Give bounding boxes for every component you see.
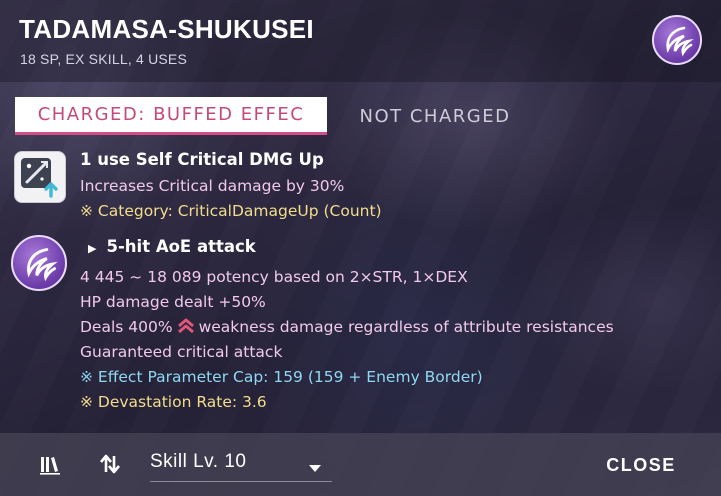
swap-arrows-icon[interactable] (98, 452, 122, 476)
attack-param-cap: ※ Effect Parameter Cap: 159 (159 + Enemy… (80, 368, 483, 386)
library-icon[interactable] (38, 452, 62, 476)
skill-title: TADAMASA-SHUKUSEI (19, 14, 314, 44)
attack-devastation: ※ Devastation Rate: 3.6 (80, 393, 267, 411)
weakness-suffix: weakness damage regardless of attribute … (198, 318, 614, 336)
expand-triangle-icon[interactable]: ▶ (88, 242, 96, 255)
crescent-emblem-icon (652, 15, 702, 65)
buff-category: ※ Category: CriticalDamageUp (Count) (80, 202, 382, 220)
header-bar: TADAMASA-SHUKUSEI 18 SP, EX SKILL, 4 USE… (0, 0, 721, 82)
buff-name: 1 use Self Critical DMG Up (80, 150, 324, 169)
attack-crescent-icon (11, 235, 67, 291)
tab-charged[interactable]: CHARGED: BUFFED EFFEC (15, 97, 327, 135)
weakness-prefix: Deals 400% (80, 318, 173, 336)
buff-description: Increases Critical damage by 30% (80, 177, 345, 195)
attack-weakness: Deals 400% weakness damage regardless of … (80, 318, 614, 338)
attack-name: 5-hit AoE attack (106, 237, 256, 256)
attack-hp-damage: HP damage dealt +50% (80, 293, 266, 311)
skill-level-value: Skill Lv. 10 (150, 451, 247, 472)
double-chevron-up-icon (177, 318, 195, 338)
skill-subtitle: 18 SP, EX SKILL, 4 USES (20, 51, 187, 67)
attack-critical: Guaranteed critical attack (80, 343, 283, 361)
tab-not-charged[interactable]: NOT CHARGED (335, 97, 535, 135)
critical-damage-up-icon (14, 151, 66, 203)
attack-header: ▶ 5-hit AoE attack (82, 237, 256, 256)
close-button[interactable]: CLOSE (596, 452, 686, 478)
chevron-down-icon (308, 458, 322, 477)
skill-level-select[interactable]: Skill Lv. 10 (150, 447, 332, 482)
attack-potency: 4 445 ~ 18 089 potency based on 2×STR, 1… (80, 268, 468, 286)
